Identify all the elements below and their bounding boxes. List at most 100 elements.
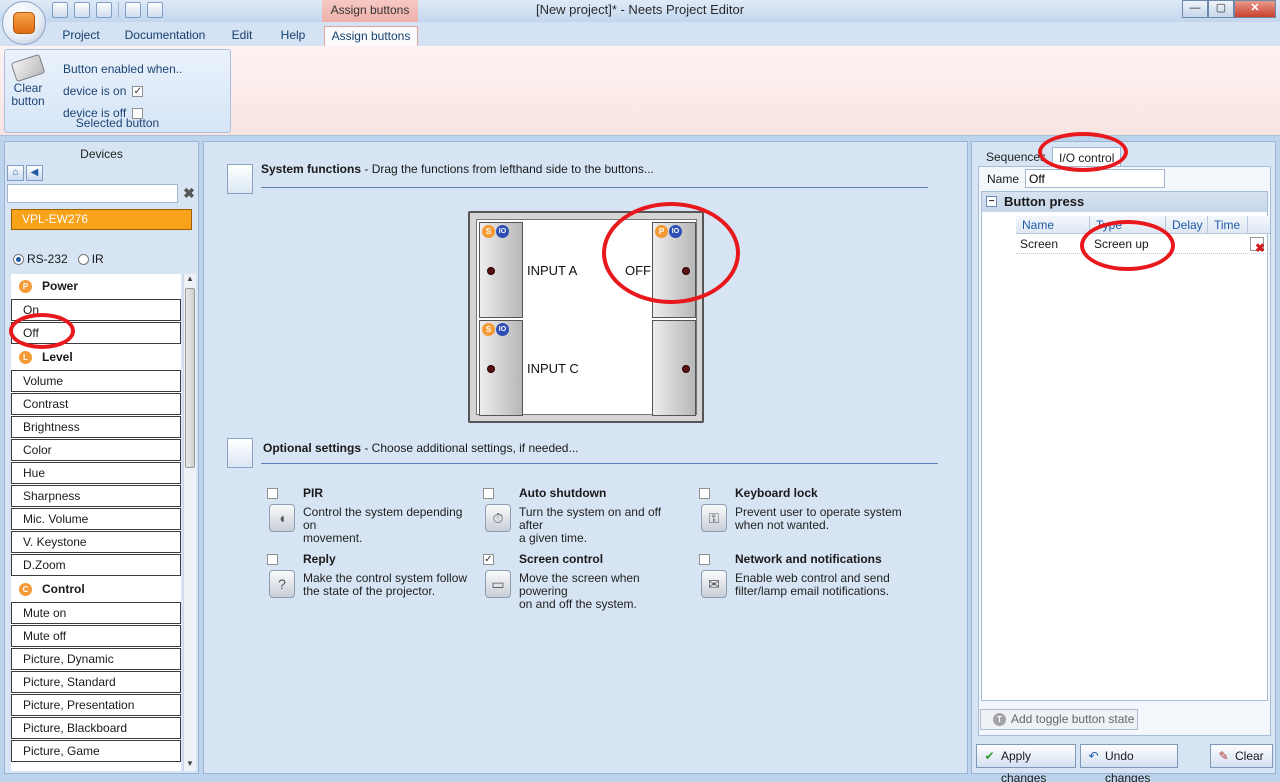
function-item[interactable]: Mute off <box>11 625 181 647</box>
function-item[interactable]: Picture, Presentation <box>11 694 181 716</box>
desc-line: when not wanted. <box>735 518 830 532</box>
right-tabs: Sequences I/O control <box>980 147 1122 167</box>
function-item-off[interactable]: Off <box>11 322 181 344</box>
optional-settings-title: Optional settings <box>263 441 362 455</box>
keypad-button-bottom-right[interactable] <box>652 320 696 416</box>
function-item[interactable]: Contrast <box>11 393 181 415</box>
selected-button-group: Clear button Button enabled when.. devic… <box>4 49 231 133</box>
desc-line: the state of the projector. <box>303 584 436 598</box>
tab-project[interactable]: Project <box>56 26 106 46</box>
system-functions-heading: System functions - Drag the functions fr… <box>261 162 654 176</box>
column-name[interactable]: Name <box>1016 216 1090 233</box>
option-title: Network and notifications <box>735 552 882 566</box>
undo-icon: ↶ <box>1088 749 1099 763</box>
desc-line: filter/lamp email notifications. <box>735 584 890 598</box>
function-item[interactable]: Picture, Standard <box>11 671 181 693</box>
function-item[interactable]: D.Zoom <box>11 554 181 576</box>
clear-button[interactable]: Clear button <box>9 53 47 108</box>
name-field[interactable] <box>1025 169 1166 188</box>
apply-changes-button[interactable]: ✔ Apply changes <box>976 744 1076 782</box>
ir-label: IR <box>91 252 104 266</box>
collapse-icon[interactable]: − <box>986 196 997 207</box>
keypad-label-off: OFF <box>625 263 651 278</box>
minimize-button[interactable]: — <box>1182 0 1208 18</box>
function-item[interactable]: Mute on <box>11 602 181 624</box>
auto-shutdown-checkbox[interactable] <box>483 488 494 499</box>
ir-radio[interactable] <box>77 254 89 266</box>
device-search-input[interactable] <box>7 184 178 203</box>
io-control-body: Name − Button press Name Type Delay Time… <box>978 166 1271 736</box>
scroll-thumb[interactable] <box>185 288 195 468</box>
function-item[interactable]: Sharpness <box>11 485 181 507</box>
home-icon[interactable]: ⌂ <box>7 165 24 181</box>
function-item[interactable]: Brightness <box>11 416 181 438</box>
tab-help[interactable]: Help <box>276 26 310 46</box>
tab-io-control[interactable]: I/O control <box>1052 147 1122 167</box>
keypad-button-top-right[interactable]: P IO <box>652 222 696 318</box>
undo-changes-button[interactable]: ↶ Undo changes <box>1080 744 1178 782</box>
function-item[interactable]: On <box>11 299 181 321</box>
keyboard-lock-checkbox[interactable] <box>699 488 710 499</box>
function-item[interactable]: Volume <box>11 370 181 392</box>
back-arrow-icon[interactable]: ◀ <box>26 165 43 181</box>
function-item[interactable]: Picture, Game <box>11 740 181 762</box>
add-toggle-state-button[interactable]: T Add toggle button state <box>980 709 1138 730</box>
keypad-button-bottom-left[interactable]: S IO <box>479 320 523 416</box>
question-icon: ? <box>269 570 295 598</box>
column-delay[interactable]: Delay <box>1166 216 1208 233</box>
pir-checkbox[interactable] <box>267 488 278 499</box>
function-item[interactable]: Color <box>11 439 181 461</box>
desc-line: Turn the system on and off after <box>519 505 662 532</box>
device-on-checkbox[interactable]: ✓ <box>132 85 144 97</box>
eraser-icon <box>10 53 46 83</box>
function-item[interactable]: V. Keystone <box>11 531 181 553</box>
keypad-button-top-left[interactable]: S IO <box>479 222 523 318</box>
scroll-down-icon[interactable]: ▼ <box>184 759 196 771</box>
device-item-selected[interactable]: VPL-EW276 <box>11 209 192 230</box>
tab-assign-buttons[interactable]: Assign buttons <box>324 26 418 46</box>
column-type[interactable]: Type <box>1090 216 1166 233</box>
section-divider <box>261 187 928 188</box>
group-label: Selected button <box>75 116 160 130</box>
function-item[interactable]: Picture, Blackboard <box>11 717 181 739</box>
protocol-ir[interactable]: IR <box>77 252 104 266</box>
network-checkbox[interactable] <box>699 554 710 565</box>
tab-documentation[interactable]: Documentation <box>122 26 208 46</box>
category-label: Power <box>42 279 79 293</box>
scroll-up-icon[interactable]: ▲ <box>184 274 196 286</box>
enable-conditions: Button enabled when.. device is on ✓ devi… <box>63 58 182 124</box>
column-time[interactable]: Time <box>1208 216 1248 233</box>
function-item[interactable]: Hue <box>11 462 181 484</box>
close-button[interactable]: ✕ <box>1234 0 1276 18</box>
clear-search-icon[interactable]: ✖ <box>180 185 198 202</box>
maximize-button[interactable]: ▢ <box>1208 0 1234 18</box>
apply-label: Apply changes <box>1001 749 1047 782</box>
keypad-label-input-a: INPUT A <box>527 263 578 278</box>
reply-checkbox[interactable] <box>267 554 278 565</box>
function-item[interactable]: Mic. Volume <box>11 508 181 530</box>
window-controls: — ▢ ✕ <box>1182 0 1276 18</box>
device-nav: ⌂ ◀ <box>7 165 43 181</box>
rs232-radio[interactable] <box>13 254 24 266</box>
screen-control-checkbox[interactable]: ✓ <box>483 554 494 565</box>
function-list-scrollbar[interactable]: ▲ ▼ <box>183 274 196 771</box>
function-list: P Power On Off L Level Volume Contrast Bri… <box>11 274 181 771</box>
delete-icon[interactable]: ✖ <box>1250 237 1265 255</box>
level-icon: L <box>19 350 32 364</box>
protocol-rs232[interactable]: RS-232 <box>13 252 68 266</box>
clear-changes-button[interactable]: ✎ Clear <box>1210 744 1273 768</box>
control-icon: C <box>19 582 32 596</box>
led-indicator <box>487 365 495 373</box>
ribbon-tabs: Project Documentation Edit Help Assign b… <box>0 22 1280 46</box>
tab-sequences[interactable]: Sequences <box>980 147 1052 167</box>
devices-title: Devices <box>80 147 123 161</box>
function-item[interactable]: Picture, Dynamic <box>11 648 181 670</box>
toggle-button-label: Add toggle button state <box>1011 712 1135 726</box>
option-title: Screen control <box>519 552 604 566</box>
application-menu-button[interactable] <box>2 1 46 45</box>
table-row[interactable]: Screen Screen up ✖ <box>1016 234 1270 255</box>
category-label: Level <box>42 350 73 364</box>
button-press-header: − Button press <box>982 192 1267 212</box>
tab-edit[interactable]: Edit <box>226 26 258 46</box>
section-label: Button press <box>1004 194 1085 209</box>
